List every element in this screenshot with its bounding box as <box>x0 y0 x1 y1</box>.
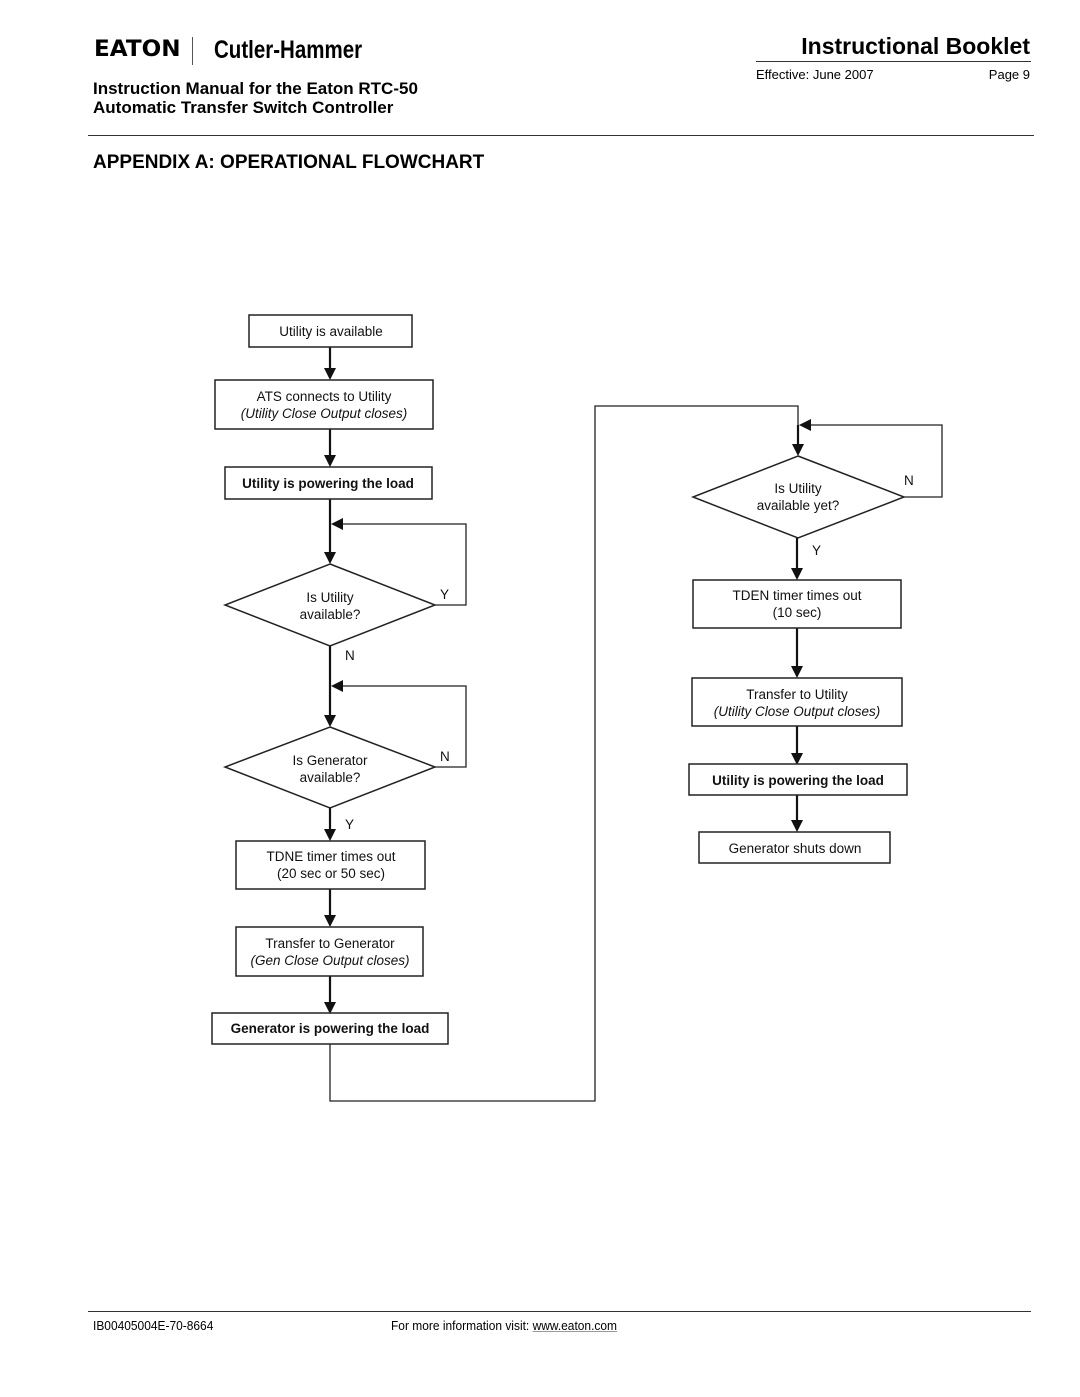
no-label: N <box>440 749 450 764</box>
decision-text: Is Utility <box>306 590 354 605</box>
node-text: TDEN timer times out <box>732 588 861 603</box>
node-text: (20 sec or 50 sec) <box>277 866 385 881</box>
decision-text: available? <box>300 607 361 622</box>
arrowhead <box>324 1002 336 1014</box>
arrowhead <box>799 419 811 431</box>
arrowhead <box>324 715 336 727</box>
node-utility-powering-load: Utility is powering the load <box>224 466 433 500</box>
arrowhead <box>792 444 804 456</box>
node-note: (Gen Close Output closes) <box>250 953 409 968</box>
node-transfer-to-utility: Transfer to Utility (Utility Close Outpu… <box>691 677 903 727</box>
decision-is-utility-available-yet: Is Utility available yet? N Y <box>690 455 914 558</box>
arrowhead <box>324 829 336 841</box>
yes-label: Y <box>812 543 821 558</box>
node-text: Generator is powering the load <box>231 1021 430 1036</box>
node-generator-shuts-down: Generator shuts down <box>698 831 891 864</box>
node-text: Transfer to Generator <box>265 936 395 951</box>
decision-text: available yet? <box>757 498 840 513</box>
document-number: IB00405004E-70-8664 <box>93 1318 214 1333</box>
decision-text: available? <box>300 770 361 785</box>
yes-label: Y <box>440 587 449 602</box>
node-generator-powering-load: Generator is powering the load <box>211 1012 449 1045</box>
arrowhead <box>324 455 336 467</box>
no-label: N <box>345 648 355 663</box>
footer-info: For more information visit: www.eaton.co… <box>391 1318 617 1334</box>
arrowhead <box>791 820 803 832</box>
operational-flowchart: Utility is available ATS connects to Uti… <box>211 314 943 1102</box>
node-text: ATS connects to Utility <box>257 389 392 404</box>
arrowhead <box>324 368 336 380</box>
node-utility-available: Utility is available <box>248 314 413 348</box>
node-text: Utility is powering the load <box>242 476 414 491</box>
footer-divider <box>88 1311 1031 1312</box>
node-text: Utility is available <box>279 324 383 339</box>
arrowhead <box>791 666 803 678</box>
arrowhead <box>324 552 336 564</box>
decision-text: Is Utility <box>774 481 822 496</box>
arrowhead <box>324 915 336 927</box>
node-utility-powering-load-2: Utility is powering the load <box>688 763 908 796</box>
node-transfer-to-generator: Transfer to Generator (Gen Close Output … <box>235 926 424 977</box>
node-text: (10 sec) <box>773 605 822 620</box>
node-text: Generator shuts down <box>729 841 862 856</box>
eaton-website-link[interactable]: www.eaton.com <box>533 1318 617 1333</box>
decision-is-utility-available: Is Utility available? Y N <box>222 563 449 663</box>
node-ats-connects: ATS connects to Utility (Utility Close O… <box>214 379 434 430</box>
node-text: Transfer to Utility <box>746 687 848 702</box>
node-note: (Utility Close Output closes) <box>241 406 408 421</box>
node-text: TDNE timer times out <box>266 849 395 864</box>
arrowhead <box>331 518 343 530</box>
decision-is-generator-available: Is Generator available? N Y <box>222 726 450 832</box>
decision-text: Is Generator <box>292 753 368 768</box>
node-text: Utility is powering the load <box>712 773 884 788</box>
yes-label: Y <box>345 817 354 832</box>
node-tdne-timer: TDNE timer times out (20 sec or 50 sec) <box>235 840 426 890</box>
no-label: N <box>904 473 914 488</box>
footer-info-text: For more information visit: <box>391 1318 533 1333</box>
node-tden-timer: TDEN timer times out (10 sec) <box>692 579 902 629</box>
arrowhead <box>791 568 803 580</box>
arrowhead <box>331 680 343 692</box>
arrowhead <box>791 753 803 765</box>
node-note: (Utility Close Output closes) <box>714 704 881 719</box>
